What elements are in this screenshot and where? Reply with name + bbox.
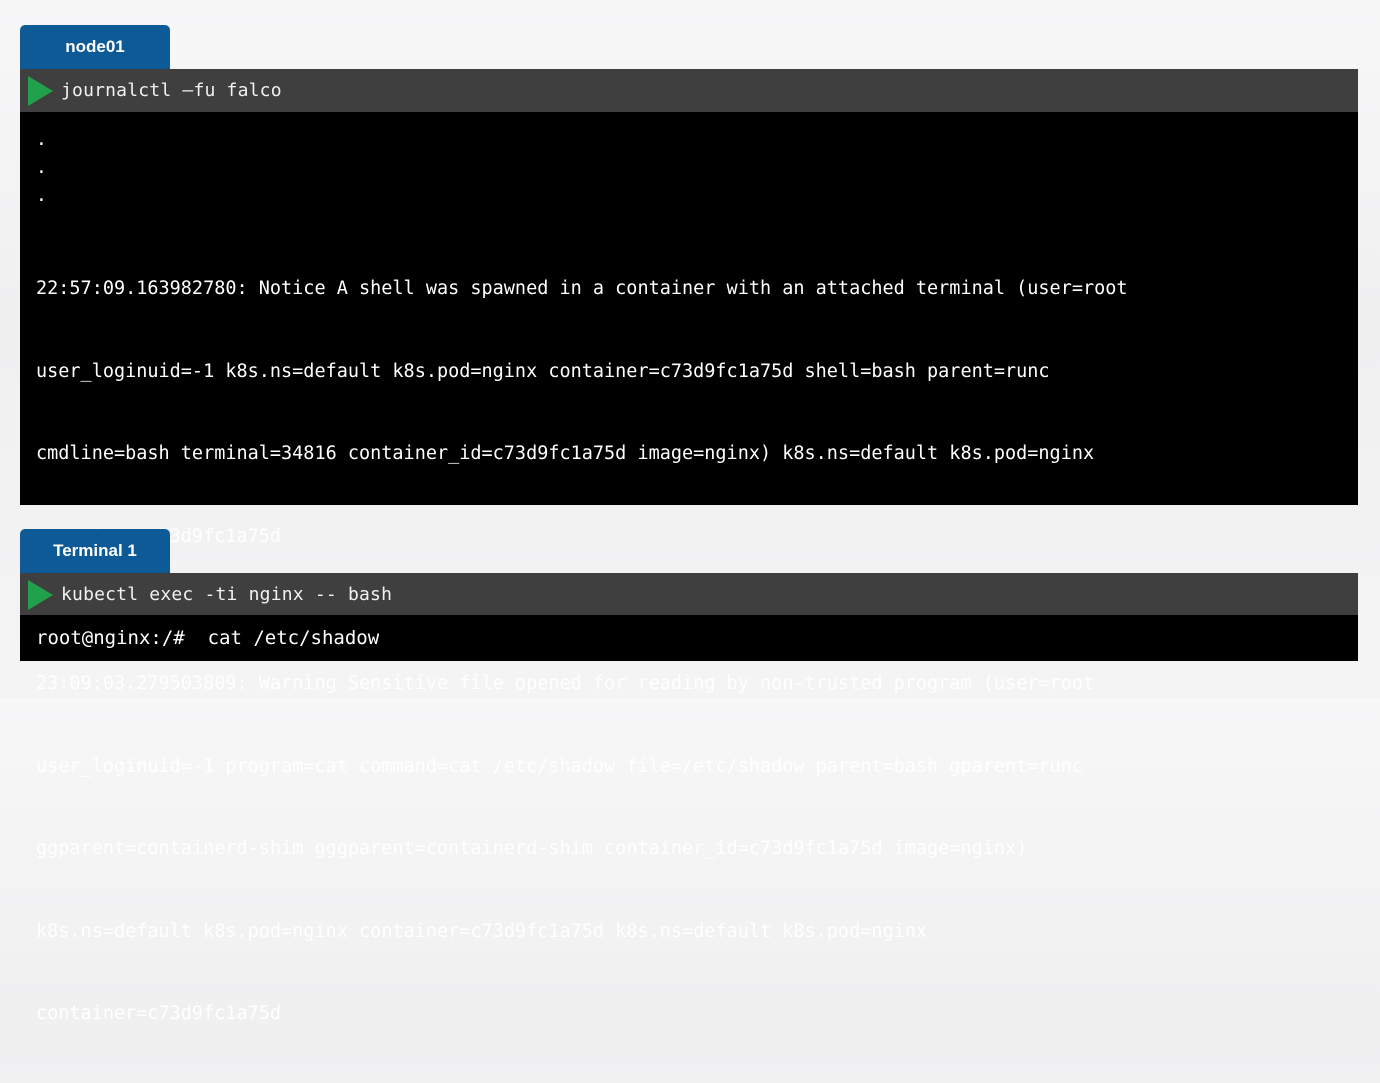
log-line: k8s.ns=default k8s.pod=nginx container=c… xyxy=(36,920,928,942)
command-bar-terminal-1: kubectl exec -ti nginx -- bash xyxy=(20,573,1358,616)
log-line: cmdline=bash terminal=34816 container_id… xyxy=(36,443,1095,464)
log-entry-warning: 23:09:03.279503809: Warning Sensitive fi… xyxy=(36,615,1342,1083)
log-line: container=c73d9fc1a75d xyxy=(36,523,1342,551)
log-line: 23:09:03.279503809: Warning Sensitive fi… xyxy=(36,673,1095,694)
command-text-node01: journalctl –fu falco xyxy=(61,80,282,101)
ellipsis-dot: . xyxy=(36,157,47,178)
terminal-output-terminal-1[interactable]: root@nginx:/# cat /etc/shadow xyxy=(20,615,1358,661)
log-line: ggparent=containerd-shim gggparent=conta… xyxy=(36,838,1028,859)
terminal-output-node01[interactable]: . . . 22:57:09.163982780: Notice A shell… xyxy=(20,112,1358,1024)
play-icon[interactable] xyxy=(28,75,53,106)
tab-node01-label: node01 xyxy=(65,37,125,56)
play-icon[interactable] xyxy=(28,579,53,610)
tab-terminal-1[interactable]: Terminal 1 xyxy=(20,529,170,573)
command-text-terminal-1: kubectl exec -ti nginx -- bash xyxy=(61,584,393,605)
command-bar-node01: journalctl –fu falco xyxy=(20,69,1358,112)
ellipsis-dot: . xyxy=(36,129,47,150)
log-entry-notice: 22:57:09.163982780: Notice A shell was s… xyxy=(36,220,1342,605)
prompt-line: root@nginx:/# cat /etc/shadow xyxy=(36,627,380,649)
log-line: 22:57:09.163982780: Notice A shell was s… xyxy=(36,278,1128,299)
tab-node01[interactable]: node01 xyxy=(20,25,170,69)
log-line: user_loginuid=-1 k8s.ns=default k8s.pod=… xyxy=(36,360,1050,382)
log-line: container=c73d9fc1a75d xyxy=(36,1003,282,1024)
ellipsis-dot: . xyxy=(36,185,47,206)
log-line: user_loginuid=-1 program=cat command=cat… xyxy=(36,755,1083,777)
tab-terminal-1-label: Terminal 1 xyxy=(53,541,137,560)
